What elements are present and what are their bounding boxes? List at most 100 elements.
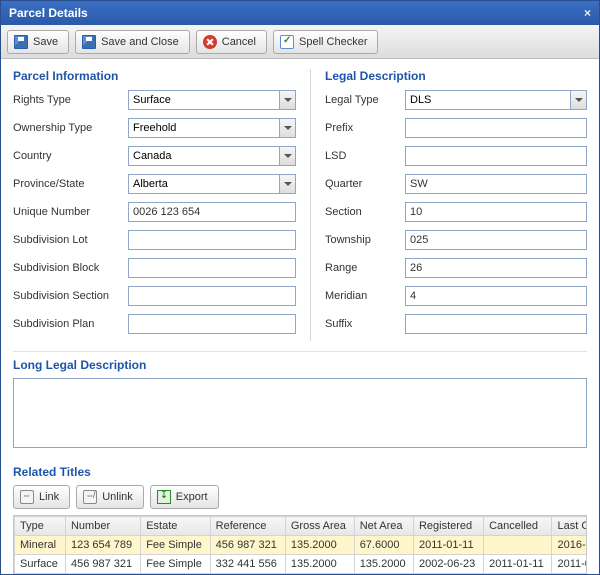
column-header[interactable]: Last Changed: [552, 517, 587, 536]
label-subdivision-section: Subdivision Section: [13, 290, 128, 302]
label-subdivision-lot: Subdivision Lot: [13, 234, 128, 246]
section-field[interactable]: [405, 202, 587, 222]
table-cell: 135.2000: [285, 555, 354, 574]
chevron-down-icon[interactable]: [279, 147, 295, 165]
table-row[interactable]: Mineral123 654 789Fee Simple456 987 3211…: [15, 536, 588, 555]
spell-label: Spell Checker: [299, 36, 367, 48]
titlebar: Parcel Details ×: [1, 1, 599, 25]
table-cell: 2011-01-11: [413, 574, 483, 575]
column-header[interactable]: Type: [15, 517, 66, 536]
save-button[interactable]: Save: [7, 30, 69, 54]
province-value[interactable]: [129, 175, 279, 193]
township-field[interactable]: [405, 230, 587, 250]
label-country: Country: [13, 150, 128, 162]
table-cell: 123 654 789: [65, 536, 140, 555]
table-cell: Surface: [15, 555, 66, 574]
close-icon[interactable]: ×: [584, 6, 591, 20]
column-header[interactable]: Registered: [413, 517, 483, 536]
ownership-type-value[interactable]: [129, 119, 279, 137]
table-cell: Fee Simple: [141, 536, 210, 555]
label-meridian: Meridian: [325, 290, 405, 302]
label-suffix: Suffix: [325, 318, 405, 330]
export-button[interactable]: Export: [150, 485, 219, 509]
link-button[interactable]: Link: [13, 485, 70, 509]
table-cell: 2011-01-11: [552, 555, 587, 574]
titles-table-wrap: TypeNumberEstateReferenceGross AreaNet A…: [13, 515, 587, 574]
label-unique-number: Unique Number: [13, 206, 128, 218]
column-header[interactable]: Number: [65, 517, 140, 536]
label-rights-type: Rights Type: [13, 94, 128, 106]
export-icon: [157, 490, 171, 504]
chevron-down-icon[interactable]: [279, 175, 295, 193]
label-prefix: Prefix: [325, 122, 405, 134]
chevron-down-icon[interactable]: [570, 91, 586, 109]
table-cell: 456 987 321: [210, 574, 285, 575]
prefix-field[interactable]: [405, 118, 587, 138]
subdivision-block-field[interactable]: [128, 258, 296, 278]
table-cell: 2016-09-17: [552, 536, 587, 555]
label-section: Section: [325, 206, 405, 218]
window-title: Parcel Details: [9, 6, 88, 20]
label-province: Province/State: [13, 178, 128, 190]
rights-type-select[interactable]: [128, 90, 296, 110]
related-titles-section: Related Titles Link Unlink Export TypeNu…: [13, 465, 587, 574]
section-title-long-legal: Long Legal Description: [13, 358, 587, 372]
titles-table: TypeNumberEstateReferenceGross AreaNet A…: [14, 516, 587, 574]
chevron-down-icon[interactable]: [279, 91, 295, 109]
table-cell: 135.2000: [285, 536, 354, 555]
save-icon: [82, 35, 96, 49]
column-header[interactable]: Net Area: [354, 517, 413, 536]
spell-checker-button[interactable]: Spell Checker: [273, 30, 378, 54]
section-title-parcel-info: Parcel Information: [13, 69, 296, 83]
table-cell: 456 987 321: [65, 555, 140, 574]
spellcheck-icon: [280, 35, 294, 49]
chevron-down-icon[interactable]: [279, 119, 295, 137]
subdivision-plan-field[interactable]: [128, 314, 296, 334]
quarter-field[interactable]: [405, 174, 587, 194]
table-cell: Fee Simple: [141, 574, 210, 575]
subdivision-section-field[interactable]: [128, 286, 296, 306]
subdivision-lot-field[interactable]: [128, 230, 296, 250]
unlink-button[interactable]: Unlink: [76, 485, 144, 509]
column-header[interactable]: Estate: [141, 517, 210, 536]
meridian-field[interactable]: [405, 286, 587, 306]
table-cell: [484, 574, 552, 575]
label-township: Township: [325, 234, 405, 246]
column-header[interactable]: Gross Area: [285, 517, 354, 536]
section-title-legal-desc: Legal Description: [325, 69, 587, 83]
cancel-icon: [203, 35, 217, 49]
label-lsd: LSD: [325, 150, 405, 162]
long-legal-section: Long Legal Description: [13, 358, 587, 451]
table-cell: 332 441 556: [210, 555, 285, 574]
save-close-button[interactable]: Save and Close: [75, 30, 190, 54]
content-area: Parcel Information Rights Type Ownership…: [1, 59, 599, 574]
legal-type-value[interactable]: [406, 91, 570, 109]
label-subdivision-plan: Subdivision Plan: [13, 318, 128, 330]
ownership-type-select[interactable]: [128, 118, 296, 138]
province-select[interactable]: [128, 174, 296, 194]
long-legal-textarea[interactable]: [13, 378, 587, 448]
legal-type-select[interactable]: [405, 90, 587, 110]
column-header[interactable]: Cancelled: [484, 517, 552, 536]
table-cell: 135.2000: [285, 574, 354, 575]
unlink-icon: [83, 490, 97, 504]
table-cell: Fee Simple: [141, 555, 210, 574]
cancel-button[interactable]: Cancel: [196, 30, 267, 54]
table-cell: 135.2000: [354, 555, 413, 574]
link-icon: [20, 490, 34, 504]
parcel-information-section: Parcel Information Rights Type Ownership…: [13, 69, 296, 341]
label-quarter: Quarter: [325, 178, 405, 190]
suffix-field[interactable]: [405, 314, 587, 334]
table-row[interactable]: Surface517 273 928Fee Simple456 987 3211…: [15, 574, 588, 575]
table-cell: 2002-06-23: [413, 555, 483, 574]
column-header[interactable]: Reference: [210, 517, 285, 536]
lsd-field[interactable]: [405, 146, 587, 166]
table-row[interactable]: Surface456 987 321Fee Simple332 441 5561…: [15, 555, 588, 574]
unique-number-field[interactable]: [128, 202, 296, 222]
table-cell: Surface: [15, 574, 66, 575]
country-select[interactable]: [128, 146, 296, 166]
rights-type-value[interactable]: [129, 91, 279, 109]
range-field[interactable]: [405, 258, 587, 278]
table-cell: 67.6000: [354, 574, 413, 575]
country-value[interactable]: [129, 147, 279, 165]
